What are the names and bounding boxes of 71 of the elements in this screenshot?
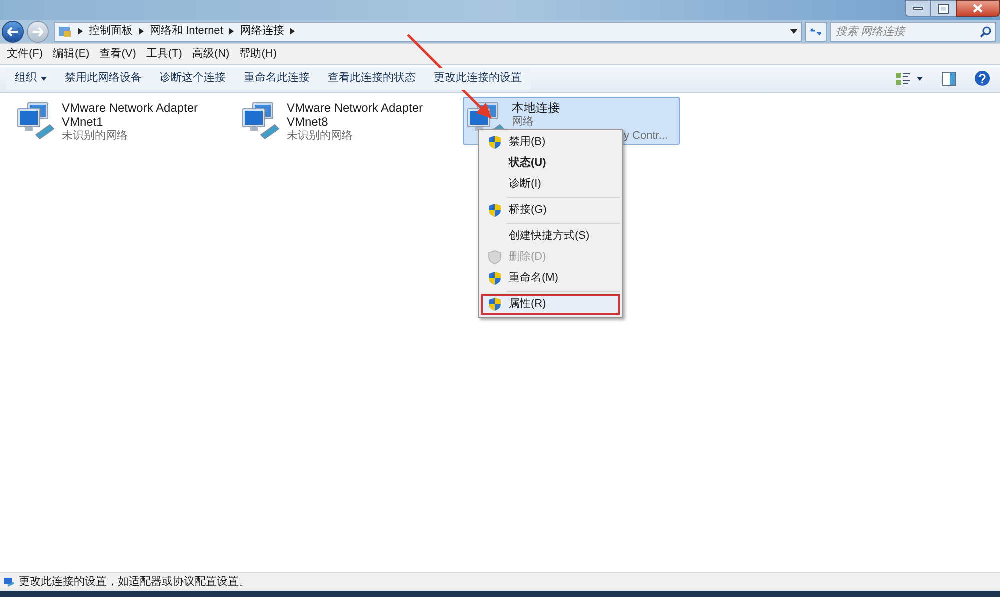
refresh-button[interactable] — [805, 22, 827, 42]
back-button[interactable] — [2, 20, 24, 42]
connection-name: VMware Network Adapter VMnet1 — [62, 101, 200, 129]
breadcrumb-arrow-icon[interactable] — [229, 28, 234, 35]
dropdown-caret-icon[interactable] — [790, 29, 798, 34]
search-field[interactable]: 搜索 网络连接 — [830, 22, 996, 42]
menu-item-label: 创建快捷方式(S) — [509, 228, 590, 244]
connection-device: y Contr... — [624, 129, 668, 143]
toolbar-button[interactable]: 禁用此网络设备 — [56, 68, 151, 90]
connection-status: 未识别的网络 — [62, 129, 129, 143]
menu-item-label: 属性(R) — [509, 297, 546, 312]
menu-bar-item[interactable]: 文件(F) — [2, 46, 48, 62]
breadcrumb-arrow-icon[interactable] — [78, 28, 83, 35]
context-menu-item[interactable]: 诊断(I) — [481, 174, 620, 195]
address-bar[interactable]: 控制面板 网络和 Internet 网络连接 — [54, 22, 802, 42]
back-arrow-icon — [7, 26, 19, 36]
help-button[interactable] — [975, 71, 990, 86]
close-icon — [973, 4, 983, 13]
breadcrumb-arrow-icon[interactable] — [139, 28, 144, 35]
context-menu-item[interactable]: 桥接(G) — [481, 200, 620, 221]
toolbar-button[interactable]: 组织 — [6, 68, 56, 90]
menu-bar-item[interactable]: 工具(T) — [141, 46, 188, 62]
breadcrumb-item[interactable]: 网络连接 — [240, 23, 284, 40]
breadcrumb-arrow-icon[interactable] — [290, 28, 296, 35]
context-menu-item[interactable]: 状态(U) — [481, 153, 620, 174]
maximize-button[interactable] — [931, 0, 956, 17]
status-text: 更改此连接的设置，如适配器或协议配置设置。 — [19, 574, 250, 590]
control-panel-icon — [58, 25, 72, 38]
menu-bar-item[interactable]: 帮助(H) — [234, 46, 282, 62]
connection-status: 网络 — [512, 115, 535, 129]
menu-item-label: 状态(U) — [509, 156, 546, 172]
connection-name: VMware Network Adapter VMnet8 — [287, 101, 424, 129]
dropdown-caret-icon — [917, 76, 923, 80]
toolbar-button[interactable]: 诊断这个连接 — [151, 68, 235, 90]
connection-name: 本地连接 — [512, 101, 561, 115]
context-menu-item[interactable]: 创建快捷方式(S) — [481, 226, 620, 247]
connection-item[interactable]: VMware Network Adapter VMnet1 未识别的网络 — [13, 97, 230, 145]
network-icon — [3, 576, 15, 588]
toolbar-button[interactable]: 查看此连接的状态 — [319, 68, 425, 90]
minimize-button[interactable] — [905, 0, 931, 17]
menu-item-label: 重命名(M) — [509, 271, 558, 286]
forward-arrow-icon — [32, 26, 44, 36]
menu-bar-item[interactable]: 编辑(E) — [48, 46, 95, 62]
menu-bar-item[interactable]: 高级(N) — [187, 46, 235, 62]
preview-pane-icon — [942, 72, 956, 86]
minimize-icon — [913, 7, 923, 10]
shield-icon — [488, 297, 502, 312]
menu-bar-item[interactable]: 查看(V) — [94, 46, 142, 62]
close-button[interactable] — [956, 0, 1000, 17]
maximize-icon — [939, 4, 948, 12]
connection-status: 未识别的网络 — [287, 129, 354, 143]
context-menu-item[interactable]: 重命名(M) — [481, 268, 620, 289]
help-icon — [979, 74, 986, 84]
connection-item[interactable]: VMware Network Adapter VMnet8 未识别的网络 — [238, 97, 455, 145]
toolbar-button[interactable]: 更改此连接的设置 — [425, 68, 531, 90]
menu-item-label: 诊断(I) — [509, 177, 542, 192]
breadcrumb-item[interactable]: 网络和 Internet — [150, 23, 224, 40]
search-icon — [980, 26, 992, 38]
refresh-icon — [810, 26, 822, 36]
shield-icon — [488, 250, 502, 265]
breadcrumb-item[interactable]: 控制面板 — [89, 23, 133, 40]
shield-icon — [488, 271, 502, 286]
context-menu-item[interactable]: 属性(R) — [481, 294, 620, 315]
toolbar-button[interactable]: 重命名此连接 — [235, 68, 319, 90]
shield-icon — [488, 135, 502, 150]
shield-icon — [488, 203, 502, 218]
menu-item-label: 删除(D) — [509, 250, 546, 266]
view-list-icon — [895, 72, 911, 86]
menu-item-label: 桥接(G) — [509, 202, 547, 218]
preview-pane-button[interactable] — [939, 72, 959, 86]
dropdown-caret-icon — [41, 76, 47, 80]
